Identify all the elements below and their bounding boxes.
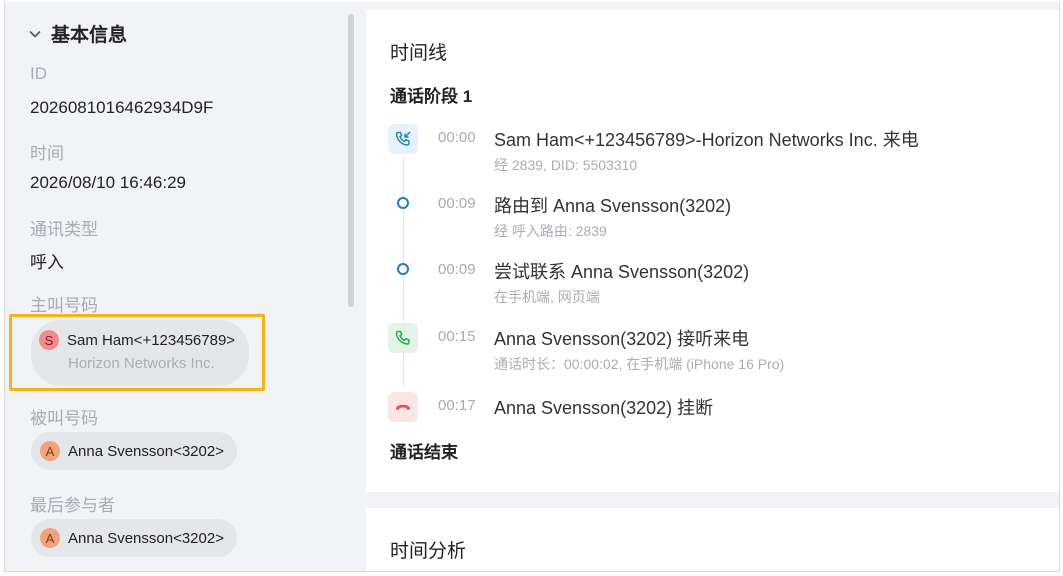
hangup-icon <box>388 392 418 422</box>
callee-name: Anna Svensson<3202> <box>68 442 224 460</box>
time-value: 2026/08/10 16:46:29 <box>30 173 186 192</box>
event-title: 尝试联系 Anna Svensson(3202) <box>494 262 750 282</box>
timeline-title: 时间线 <box>390 43 448 64</box>
scrollbar[interactable] <box>348 14 354 307</box>
last-participant-name: Anna Svensson<3202> <box>68 529 224 547</box>
callee-chip[interactable]: A Anna Svensson<3202> <box>31 432 237 470</box>
caller-label: 主叫号码 <box>30 296 98 315</box>
callee-label: 被叫号码 <box>30 409 98 428</box>
avatar: A <box>40 528 60 548</box>
analysis-title: 时间分析 <box>390 541 467 562</box>
timeline-card: 时间线 通话阶段 1 00:00 Sam Ham<+123456789>-Hor… <box>366 10 1059 492</box>
event-title: 路由到 Anna Svensson(3202) <box>494 196 732 216</box>
stage-title: 通话阶段 1 <box>390 87 473 106</box>
event-detail: 在手机端, 网页端 <box>494 289 600 305</box>
event-detail: 经 2839, DID: 5503310 <box>494 157 638 173</box>
event-detail: 经 呼入路由: 2839 <box>494 223 607 239</box>
basic-info-header[interactable]: 基本信息 <box>29 20 127 47</box>
section-title: 基本信息 <box>51 25 128 46</box>
id-label: ID <box>30 64 47 83</box>
call-detail-frame: 基本信息 ID 2026081016462934D9F 时间 2026/08/1… <box>4 2 1060 572</box>
basic-info-panel: 基本信息 ID 2026081016462934D9F 时间 2026/08/1… <box>5 2 355 571</box>
timeline-dot-icon <box>397 197 409 209</box>
event-title: Sam Ham<+123456789>-Horizon Networks Inc… <box>494 130 919 150</box>
event-time: 00:17 <box>438 397 476 414</box>
type-label: 通讯类型 <box>30 220 98 239</box>
id-value: 2026081016462934D9F <box>30 98 214 117</box>
event-time: 00:09 <box>438 261 476 278</box>
caller-name: Sam Ham<+123456789> <box>67 331 236 349</box>
event-time: 00:09 <box>438 195 476 212</box>
avatar: A <box>40 441 60 461</box>
time-analysis-card: 时间分析 <box>366 508 1059 571</box>
last-participant-chip[interactable]: A Anna Svensson<3202> <box>31 519 237 557</box>
chevron-down-icon <box>29 30 41 38</box>
type-value: 呼入 <box>30 253 64 272</box>
answer-call-icon <box>388 323 418 353</box>
last-participant-label: 最后参与者 <box>30 496 115 515</box>
avatar: S <box>39 330 59 350</box>
event-title: Anna Svensson(3202) 挂断 <box>494 398 714 418</box>
timeline-dot-icon <box>397 263 409 275</box>
time-label: 时间 <box>30 144 64 163</box>
event-detail: 通话时长：00:00:02, 在手机端 (iPhone 16 Pro) <box>494 356 785 372</box>
event-time: 00:00 <box>438 129 476 146</box>
incoming-call-icon <box>388 124 418 154</box>
caller-chip[interactable]: S Sam Ham<+123456789> Horizon Networks I… <box>31 320 249 386</box>
event-time: 00:15 <box>438 328 476 345</box>
call-end-label: 通话结束 <box>390 443 458 462</box>
event-title: Anna Svensson(3202) 接听来电 <box>494 329 750 349</box>
caller-company: Horizon Networks Inc. <box>68 355 215 372</box>
